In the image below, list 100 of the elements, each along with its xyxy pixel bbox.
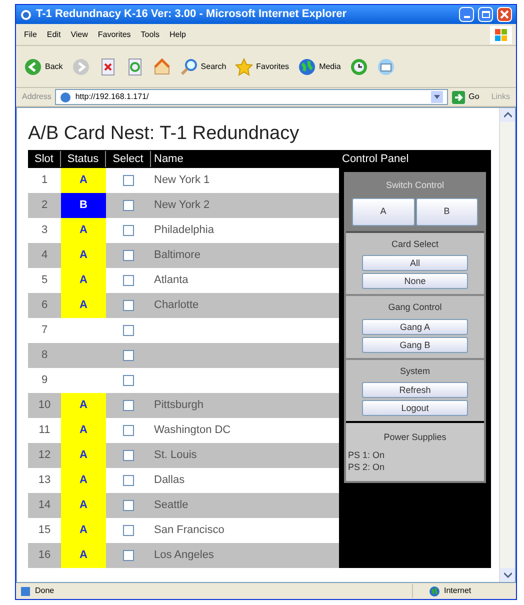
- checkbox[interactable]: [123, 225, 134, 236]
- menu-item[interactable]: Favorites: [98, 28, 131, 40]
- window-title: T-1 Redundnacy K-16 Ver: 3.00 - Microsoft Internet Explorer: [36, 7, 348, 22]
- address-field[interactable]: http://192.168.1.171/: [55, 89, 448, 105]
- checkbox[interactable]: [123, 525, 134, 536]
- table-cell-text: 2: [40, 198, 49, 214]
- scrollbar[interactable]: [499, 108, 515, 582]
- panel-button[interactable]: All: [362, 255, 468, 271]
- checkbox[interactable]: [123, 350, 134, 361]
- checkbox[interactable]: [123, 550, 134, 561]
- section-title: Switch Control: [386, 179, 444, 192]
- home-button[interactable]: [152, 58, 171, 76]
- table-cell-text: San Francisco: [153, 523, 226, 538]
- menu-item[interactable]: View: [70, 28, 88, 40]
- table-cell-text: Charlotte: [153, 298, 200, 314]
- close-icon: [500, 10, 509, 19]
- table-cell-text: 6: [40, 298, 49, 314]
- browser-icon: [20, 8, 32, 20]
- menu-item[interactable]: Edit: [46, 28, 61, 40]
- checkbox[interactable]: [123, 325, 134, 336]
- scroll-up-icon[interactable]: [504, 112, 512, 118]
- panel-header: Control Panel: [339, 150, 491, 168]
- status-cell: A: [61, 493, 106, 518]
- checkbox[interactable]: [123, 375, 134, 386]
- panel-button[interactable]: Gang A: [362, 318, 468, 334]
- table-cell-text: Dallas: [153, 473, 186, 488]
- panel-button[interactable]: Logout: [362, 400, 468, 416]
- section-title: Gang Control: [388, 301, 442, 314]
- checkbox[interactable]: [123, 475, 134, 486]
- checkbox[interactable]: [123, 275, 134, 286]
- column-header: Select: [106, 150, 151, 168]
- table-cell-text: 15: [37, 523, 52, 538]
- star-icon: [235, 58, 254, 76]
- status-line: PS 1: On: [348, 448, 386, 460]
- table-cell-text: 16: [37, 548, 52, 564]
- switch-button[interactable]: A: [352, 198, 414, 226]
- section-title: Card Select: [391, 238, 439, 250]
- favorites-button[interactable]: Favorites: [235, 58, 290, 76]
- checkbox[interactable]: [123, 450, 134, 461]
- panel-button[interactable]: Gang B: [362, 336, 468, 352]
- status-cell: A: [61, 168, 106, 193]
- menu-item[interactable]: Help: [169, 28, 186, 40]
- checkbox[interactable]: [123, 175, 134, 186]
- status-cell: A: [61, 243, 106, 268]
- go-button[interactable]: Go: [452, 90, 480, 104]
- table-cell-text: 1: [40, 173, 49, 188]
- minimize-button[interactable]: [459, 7, 474, 22]
- status-text: Done: [35, 585, 56, 597]
- status-cell: A: [61, 468, 106, 493]
- checkbox[interactable]: [123, 400, 134, 411]
- table-cell-text: Seattle: [153, 498, 190, 514]
- menu-item[interactable]: File: [24, 28, 37, 40]
- status-cell: A: [61, 268, 106, 293]
- section-title: Power Supplies: [382, 431, 448, 444]
- table-cell-text: 14: [37, 498, 52, 514]
- envelope-icon: [376, 58, 395, 76]
- windows-logo-icon: [490, 26, 512, 44]
- table-cell-text: 9: [40, 373, 49, 388]
- table-cell-text: 3: [40, 223, 49, 238]
- table-cell-text: New York 2: [153, 198, 211, 214]
- search-button[interactable]: Search: [180, 58, 226, 76]
- checkbox[interactable]: [123, 200, 134, 211]
- table-cell-text: Atlanta: [153, 273, 190, 288]
- scroll-down-icon[interactable]: [504, 572, 512, 578]
- search-icon: [180, 58, 198, 76]
- mail-button[interactable]: [376, 58, 395, 76]
- table-cell-text: 11: [38, 423, 52, 438]
- page-heading: A/B Card Nest: T-1 Redundnacy: [28, 122, 300, 146]
- close-button[interactable]: [497, 7, 512, 22]
- table-cell-text: 5: [40, 273, 49, 288]
- status-cell: A: [61, 518, 106, 543]
- zone-text: Internet: [444, 585, 472, 597]
- refresh-button[interactable]: [126, 58, 144, 76]
- table-cell-text: Los Angeles: [153, 548, 215, 564]
- status-cell: A: [61, 543, 106, 568]
- dropdown-icon[interactable]: [430, 91, 443, 103]
- media-button[interactable]: Media: [298, 58, 341, 76]
- switch-button[interactable]: B: [416, 198, 478, 226]
- globe-icon: [429, 586, 440, 596]
- column-header: Status: [61, 150, 106, 168]
- table-cell-text: 13: [37, 473, 52, 488]
- section-title: System: [400, 364, 430, 378]
- panel-button[interactable]: Refresh: [362, 382, 468, 398]
- menu-item[interactable]: Tools: [140, 28, 160, 40]
- checkbox[interactable]: [123, 250, 134, 261]
- panel-button[interactable]: None: [362, 273, 468, 289]
- checkbox[interactable]: [123, 500, 134, 511]
- table-cell-text: New York 1: [153, 173, 211, 188]
- history-button[interactable]: [350, 58, 368, 76]
- globe-icon: [298, 58, 316, 76]
- status-cell: A: [61, 443, 106, 468]
- refresh-icon: [126, 58, 144, 76]
- stop-button[interactable]: [98, 58, 117, 76]
- checkbox[interactable]: [123, 300, 134, 311]
- table-cell-text: 10: [37, 398, 52, 414]
- table-cell-text: 12: [37, 448, 52, 464]
- back-button[interactable]: Back: [24, 58, 63, 76]
- checkbox[interactable]: [123, 425, 134, 436]
- status-cell: A: [61, 293, 106, 318]
- maximize-button[interactable]: [478, 7, 493, 22]
